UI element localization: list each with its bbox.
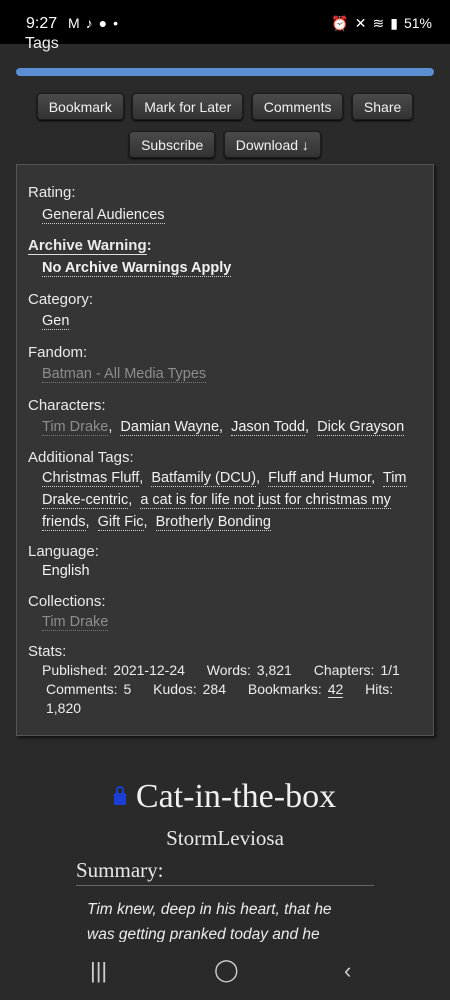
tiktok-icon: ♪ xyxy=(85,15,93,31)
freeform-tag[interactable]: a cat is for life not just for christmas… xyxy=(140,492,391,509)
progress-divider xyxy=(16,68,434,76)
words-value: 3,821 xyxy=(256,662,292,678)
summary-line: Tim knew, deep in his heart, that he xyxy=(87,901,332,918)
rating-tag[interactable]: General Audiences xyxy=(42,207,165,224)
chapters-value: 1/1 xyxy=(380,662,400,678)
collections-label: Collections: xyxy=(28,593,106,610)
bookmark-button[interactable]: Bookmark xyxy=(36,93,124,120)
freeform-tag[interactable]: Drake-centric xyxy=(42,492,129,509)
published-label: Published: xyxy=(42,662,108,678)
character-tag[interactable]: Tim Drake xyxy=(42,419,109,436)
alarm-icon: ⏰ xyxy=(331,15,349,31)
signal-icon: ▮ xyxy=(390,15,398,31)
freeform-tag[interactable]: friends xyxy=(42,514,86,531)
recents-icon[interactable]: ||| xyxy=(90,958,107,984)
share-button[interactable]: Share xyxy=(351,93,414,120)
comments-label: Comments: xyxy=(46,681,118,697)
kudos-value: 284 xyxy=(202,681,226,697)
home-icon[interactable]: ◯ xyxy=(214,957,239,983)
character-tag[interactable]: Jason Todd xyxy=(231,419,306,436)
work-actions-row-1: Bookmark Mark for Later Comments Share xyxy=(0,93,450,120)
hits-label: Hits: xyxy=(365,681,394,697)
status-bar: 9:27 M ♪ ● • ⏰ ✕ ≋ ▮ 51% xyxy=(0,0,450,44)
character-tag[interactable]: Damian Wayne xyxy=(120,419,220,436)
warning-tag[interactable]: No Archive Warnings Apply xyxy=(42,260,232,277)
rating-label: Rating: xyxy=(28,184,76,201)
gmail-icon: M xyxy=(68,15,80,31)
stats-row-1: Published: 2021-12-24 Words: 3,821 Chapt… xyxy=(42,662,402,678)
wifi-icon: ≋ xyxy=(372,15,385,31)
download-button[interactable]: Download ↓ xyxy=(223,131,321,158)
mute-icon: ✕ xyxy=(354,15,367,31)
fandom-label: Fandom: xyxy=(28,344,88,361)
warning-colon: : xyxy=(146,237,152,254)
stats-row-3: 1,820 xyxy=(46,700,83,716)
author-link[interactable]: StormLeviosa xyxy=(166,826,284,850)
published-value: 2021-12-24 xyxy=(113,662,185,678)
notification-icons: M ♪ ● • xyxy=(68,15,124,31)
comments-button[interactable]: Comments xyxy=(251,93,344,120)
language-value: English xyxy=(42,563,90,579)
chapters-label: Chapters: xyxy=(313,662,375,678)
additional-tags-label: Additional Tags: xyxy=(28,449,134,466)
kudos-label: Kudos: xyxy=(153,681,197,697)
comments-value: 5 xyxy=(123,681,132,697)
warning-label[interactable]: Archive Warning xyxy=(28,237,147,255)
freeform-tag[interactable]: Brotherly Bonding xyxy=(155,514,271,531)
app-icon: ● xyxy=(98,15,108,31)
language-label: Language: xyxy=(28,543,99,560)
system-icons: ⏰ ✕ ≋ ▮ 51% xyxy=(325,15,432,32)
category-tag[interactable]: Gen xyxy=(42,313,70,330)
freeform-tag[interactable]: Gift Fic xyxy=(97,514,144,531)
freeform-tag[interactable]: Tim xyxy=(382,470,407,487)
mark-for-later-button[interactable]: Mark for Later xyxy=(132,93,244,120)
system-nav-bar: ||| ◯ ‹ xyxy=(0,942,450,1000)
freeform-tag[interactable]: Fluff and Humor xyxy=(268,470,372,487)
status-time: 9:27 xyxy=(26,15,58,32)
summary-heading: Summary: xyxy=(76,858,374,886)
freeform-tag[interactable]: Batfamily (DCU) xyxy=(151,470,257,487)
bookmarks-link[interactable]: 42 xyxy=(327,681,344,698)
hits-value: 1,820 xyxy=(46,700,82,716)
work-meta: Rating: General Audiences Archive Warnin… xyxy=(16,164,434,736)
work-author: StormLeviosa xyxy=(0,826,450,851)
work-title: Cat-in-the-box xyxy=(135,778,337,815)
subscribe-button[interactable]: Subscribe xyxy=(129,131,216,158)
character-tag[interactable]: Dick Grayson xyxy=(317,419,405,436)
stats-label: Stats: xyxy=(28,643,67,660)
back-icon[interactable]: ‹ xyxy=(344,958,351,984)
battery-text: 51% xyxy=(403,15,432,31)
category-label: Category: xyxy=(28,291,94,308)
stats-row-2: Comments: 5 Kudos: 284 Bookmarks: 42 Hit… xyxy=(46,681,395,698)
work-actions-row-2: Subscribe Download ↓ xyxy=(0,131,450,158)
characters-label: Characters: xyxy=(28,397,106,414)
section-heading: Tags xyxy=(25,35,59,52)
work-title-row: Cat-in-the-box xyxy=(0,778,450,816)
dot-icon: • xyxy=(113,15,119,31)
lock-icon xyxy=(113,786,126,805)
words-label: Words: xyxy=(206,662,251,678)
summary-text: Tim knew, deep in his heart, that he was… xyxy=(87,897,377,947)
collection-link[interactable]: Tim Drake xyxy=(42,614,109,631)
fandom-tag[interactable]: Batman - All Media Types xyxy=(42,366,207,383)
bookmarks-label: Bookmarks: xyxy=(247,681,322,697)
freeform-tag[interactable]: Christmas Fluff xyxy=(42,470,140,487)
